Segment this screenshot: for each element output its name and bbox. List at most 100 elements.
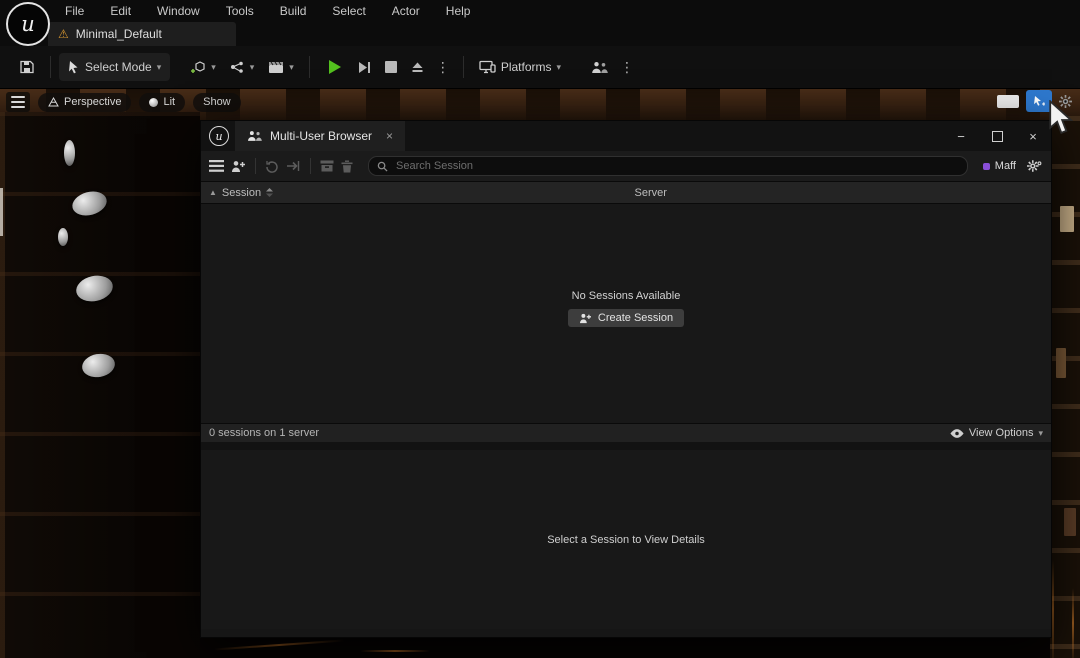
- maximize-button[interactable]: [979, 121, 1015, 151]
- menubar: File Edit Window Tools Build Select Acto…: [0, 0, 1080, 22]
- level-tab[interactable]: ⚠ Minimal_Default: [48, 22, 236, 46]
- viewport-menu-button[interactable]: [6, 92, 30, 112]
- toolbar-overflow-menu[interactable]: ⋮: [615, 59, 639, 76]
- divider: [309, 56, 310, 78]
- session-search: [368, 156, 968, 176]
- select-mode-label: Select Mode: [85, 60, 152, 74]
- sort-ascending-icon: ▲: [209, 188, 217, 197]
- perspective-icon: [48, 97, 59, 107]
- lit-label: Lit: [163, 96, 175, 108]
- create-session-button[interactable]: Create Session: [568, 309, 684, 327]
- session-details-panel: Select a Session to View Details: [201, 450, 1051, 629]
- chevron-down-icon: ▾: [211, 62, 216, 73]
- user-indicator[interactable]: Maff: [983, 160, 1016, 172]
- play-options-menu[interactable]: ⋮: [431, 59, 455, 76]
- platforms-label: Platforms: [501, 60, 552, 74]
- eject-button[interactable]: [404, 53, 431, 81]
- no-sessions-text: No Sessions Available: [572, 290, 681, 302]
- level-tab-label: Minimal_Default: [76, 27, 162, 41]
- clapperboard-icon: [268, 61, 284, 74]
- lit-button[interactable]: Lit: [139, 93, 185, 112]
- show-button[interactable]: Show: [193, 93, 241, 112]
- close-button[interactable]: ×: [1015, 121, 1051, 151]
- blueprints-icon: [230, 61, 245, 74]
- perspective-label: Perspective: [64, 96, 121, 108]
- menu-item-help[interactable]: Help: [433, 0, 484, 22]
- unreal-editor: File Edit Window Tools Build Select Acto…: [0, 0, 1080, 658]
- divider: [463, 56, 464, 78]
- platforms-icon: [479, 60, 496, 74]
- multiuser-toolbar-button[interactable]: [584, 53, 615, 81]
- play-button[interactable]: [318, 53, 351, 81]
- cinematics-dropdown[interactable]: ▾: [261, 53, 301, 81]
- add-content-dropdown[interactable]: ▾: [184, 53, 223, 81]
- server-column-label: Server: [635, 187, 667, 199]
- save-button[interactable]: [12, 53, 42, 81]
- menu-item-tools[interactable]: Tools: [213, 0, 267, 22]
- menu-item-build[interactable]: Build: [267, 0, 320, 22]
- add-user-icon: [579, 313, 592, 324]
- minimize-button[interactable]: −: [943, 121, 979, 151]
- restore-session-button[interactable]: [265, 160, 279, 173]
- sort-arrows-icon: [266, 188, 273, 197]
- ember-glow: [1072, 588, 1074, 658]
- add-cube-icon: [191, 60, 206, 75]
- tab-close-button[interactable]: ×: [380, 129, 393, 143]
- select-mode-dropdown[interactable]: Select Mode ▾: [59, 53, 170, 81]
- main-toolbar: Select Mode ▾ ▾ ▾ ▾: [0, 46, 1080, 89]
- column-header-session[interactable]: ▲ Session: [201, 187, 635, 199]
- menu-item-edit[interactable]: Edit: [97, 0, 144, 22]
- session-list[interactable]: No Sessions Available Create Session: [201, 204, 1051, 423]
- chevron-down-icon: ▾: [157, 62, 162, 73]
- session-column-label: Session: [222, 187, 261, 199]
- column-header-server[interactable]: Server: [635, 187, 1052, 199]
- window-title: Multi-User Browser: [270, 129, 372, 143]
- menu-item-select[interactable]: Select: [319, 0, 378, 22]
- menu-item-window[interactable]: Window: [144, 0, 213, 22]
- panel-splitter[interactable]: [201, 442, 1051, 450]
- book-spine: [1056, 348, 1066, 378]
- platforms-dropdown[interactable]: Platforms ▾: [472, 53, 568, 81]
- right-bookshelf: [1050, 116, 1080, 658]
- ember-glow: [1052, 560, 1054, 658]
- lit-icon: [149, 98, 158, 107]
- menu-item-actor[interactable]: Actor: [379, 0, 433, 22]
- floor-glow: [360, 650, 430, 652]
- session-count: 0 sessions on 1 server: [209, 427, 319, 439]
- camera-speed-indicator[interactable]: [997, 95, 1019, 108]
- search-input[interactable]: [394, 159, 959, 173]
- maximize-icon: [992, 131, 1003, 142]
- mouse-cursor: [1048, 100, 1076, 136]
- skip-frame-button[interactable]: [351, 53, 378, 81]
- delete-session-button[interactable]: [341, 160, 353, 173]
- level-tabbar: ⚠ Minimal_Default: [0, 22, 1080, 46]
- archive-session-button[interactable]: [320, 160, 334, 172]
- hamburger-icon: [11, 96, 25, 98]
- statue-prop: [64, 140, 75, 166]
- settings-button[interactable]: [1027, 159, 1043, 173]
- perspective-button[interactable]: Perspective: [38, 93, 131, 112]
- session-status-bar: 0 sessions on 1 server View Options ▾: [201, 423, 1051, 442]
- book-spine: [1060, 206, 1074, 232]
- session-toolbar: Maff: [201, 151, 1051, 181]
- window-light: [0, 188, 3, 236]
- view-options-label: View Options: [969, 427, 1034, 439]
- eye-icon: [950, 429, 964, 438]
- save-icon: [19, 59, 35, 75]
- view-options-button[interactable]: View Options ▾: [950, 427, 1043, 439]
- window-titlebar[interactable]: u Multi-User Browser × − ×: [201, 121, 1051, 151]
- multiuser-browser-window: u Multi-User Browser × − ×: [200, 120, 1052, 638]
- divider: [310, 158, 311, 174]
- sessions-list-icon-button[interactable]: [209, 160, 224, 172]
- menu-item-file[interactable]: File: [52, 0, 97, 22]
- stop-button[interactable]: [378, 53, 404, 81]
- blueprints-dropdown[interactable]: ▾: [223, 53, 262, 81]
- statue-prop: [58, 228, 68, 246]
- unreal-logo-icon[interactable]: u: [6, 2, 50, 46]
- chevron-down-icon: ▾: [289, 62, 294, 73]
- create-session-icon-button[interactable]: [231, 160, 246, 173]
- join-session-button[interactable]: [286, 160, 301, 172]
- chevron-down-icon: ▾: [557, 62, 562, 73]
- multiuser-browser-tab[interactable]: Multi-User Browser ×: [235, 121, 405, 151]
- username: Maff: [995, 160, 1016, 172]
